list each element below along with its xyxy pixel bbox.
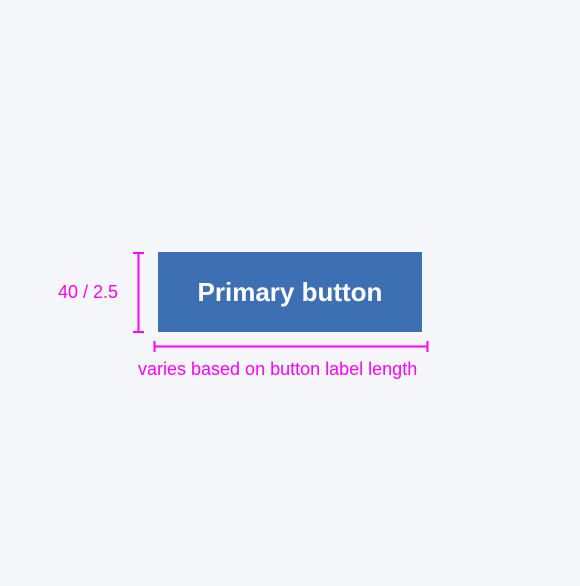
- width-dimension-line: [153, 341, 429, 352]
- height-dimension-line: [133, 252, 144, 333]
- width-annotation: varies based on button label length: [138, 359, 418, 379]
- height-annotation: 40 / 2.5: [58, 282, 119, 302]
